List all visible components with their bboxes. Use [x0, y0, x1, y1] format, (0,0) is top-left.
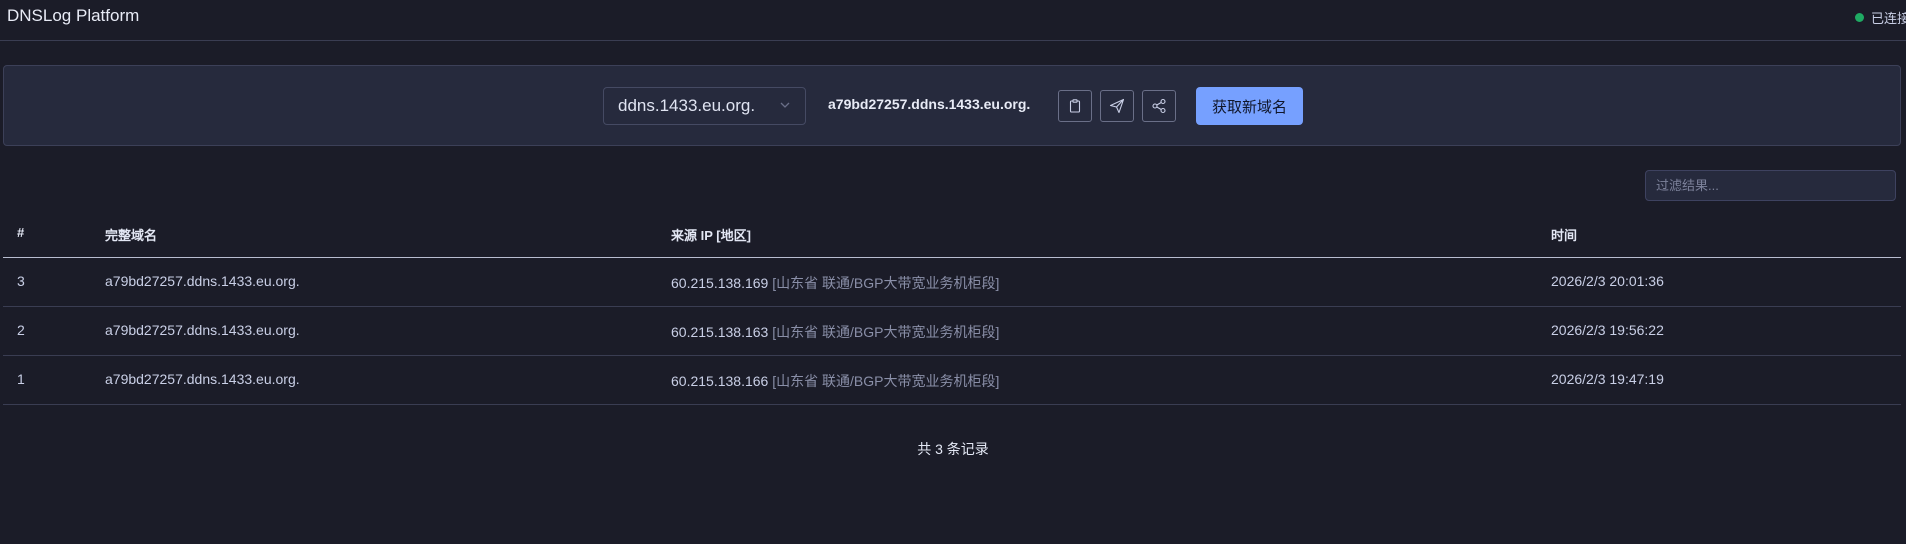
- row-source: 60.215.138.166 [山东省 联通/BGP大带宽业务机柜段]: [671, 371, 999, 391]
- row-region: [山东省 联通/BGP大带宽业务机柜段]: [772, 324, 1000, 340]
- send-icon: [1109, 98, 1125, 114]
- domain-select-value: ddns.1433.eu.org.: [618, 96, 756, 115]
- domain-panel: ddns.1433.eu.org. a79bd27257.ddns.1433.e…: [3, 65, 1901, 146]
- row-region: [山东省 联通/BGP大带宽业务机柜段]: [772, 373, 1000, 389]
- table-header: # 完整域名 来源 IP [地区] 时间: [3, 215, 1901, 258]
- status-label: 已连接: [1871, 11, 1906, 26]
- column-header-domain: 完整域名: [105, 228, 158, 243]
- send-button[interactable]: [1100, 90, 1134, 122]
- app-header: DNSLog Platform 已连接: [0, 0, 1906, 41]
- get-new-domain-button[interactable]: 获取新域名: [1196, 87, 1303, 125]
- domain-select[interactable]: ddns.1433.eu.org.: [603, 87, 806, 125]
- column-header-id: #: [17, 225, 25, 240]
- share-icon: [1152, 98, 1166, 114]
- row-domain: a79bd27257.ddns.1433.eu.org.: [105, 371, 300, 387]
- table-row: 3 a79bd27257.ddns.1433.eu.org. 60.215.13…: [3, 258, 1901, 307]
- row-source: 60.215.138.163 [山东省 联通/BGP大带宽业务机柜段]: [671, 322, 999, 342]
- row-time: 2026/2/3 19:47:19: [1551, 371, 1664, 387]
- app-title: DNSLog Platform: [7, 6, 140, 25]
- connection-status: 已连接: [1855, 8, 1906, 27]
- row-source: 60.215.138.169 [山东省 联通/BGP大带宽业务机柜段]: [671, 273, 999, 293]
- row-ip: 60.215.138.166: [671, 373, 769, 389]
- share-button[interactable]: [1142, 90, 1176, 122]
- chevron-down-icon: [780, 102, 790, 108]
- row-ip: 60.215.138.163: [671, 324, 769, 340]
- copy-button[interactable]: [1058, 90, 1092, 122]
- row-domain: a79bd27257.ddns.1433.eu.org.: [105, 273, 300, 289]
- row-time: 2026/2/3 19:56:22: [1551, 322, 1664, 338]
- table-row: 2 a79bd27257.ddns.1433.eu.org. 60.215.13…: [3, 307, 1901, 356]
- row-region: [山东省 联通/BGP大带宽业务机柜段]: [772, 275, 1000, 291]
- row-time: 2026/2/3 20:01:36: [1551, 273, 1664, 289]
- row-id: 2: [17, 322, 25, 338]
- row-id: 3: [17, 273, 25, 289]
- column-header-source-ip: 来源 IP [地区]: [671, 228, 751, 243]
- table-row: 1 a79bd27257.ddns.1433.eu.org. 60.215.13…: [3, 356, 1901, 405]
- row-id: 1: [17, 371, 25, 387]
- current-domain: a79bd27257.ddns.1433.eu.org.: [828, 96, 1031, 112]
- row-domain: a79bd27257.ddns.1433.eu.org.: [105, 322, 300, 338]
- row-ip: 60.215.138.169: [671, 275, 769, 291]
- status-dot-icon: [1855, 13, 1864, 22]
- filter-input[interactable]: [1645, 170, 1896, 201]
- record-count: 共 3 条记录: [917, 441, 989, 457]
- clipboard-icon: [1069, 99, 1081, 113]
- column-header-time: 时间: [1551, 228, 1578, 243]
